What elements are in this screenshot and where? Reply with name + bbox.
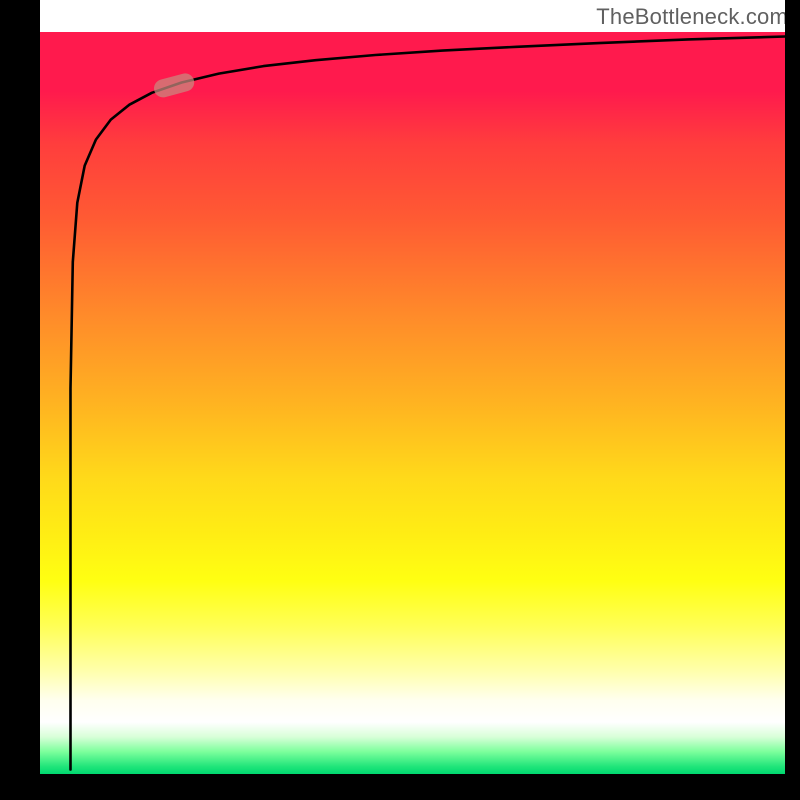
chart-frame <box>0 0 800 800</box>
frame-left <box>0 0 40 800</box>
frame-right <box>785 0 800 800</box>
frame-bottom <box>0 774 800 800</box>
